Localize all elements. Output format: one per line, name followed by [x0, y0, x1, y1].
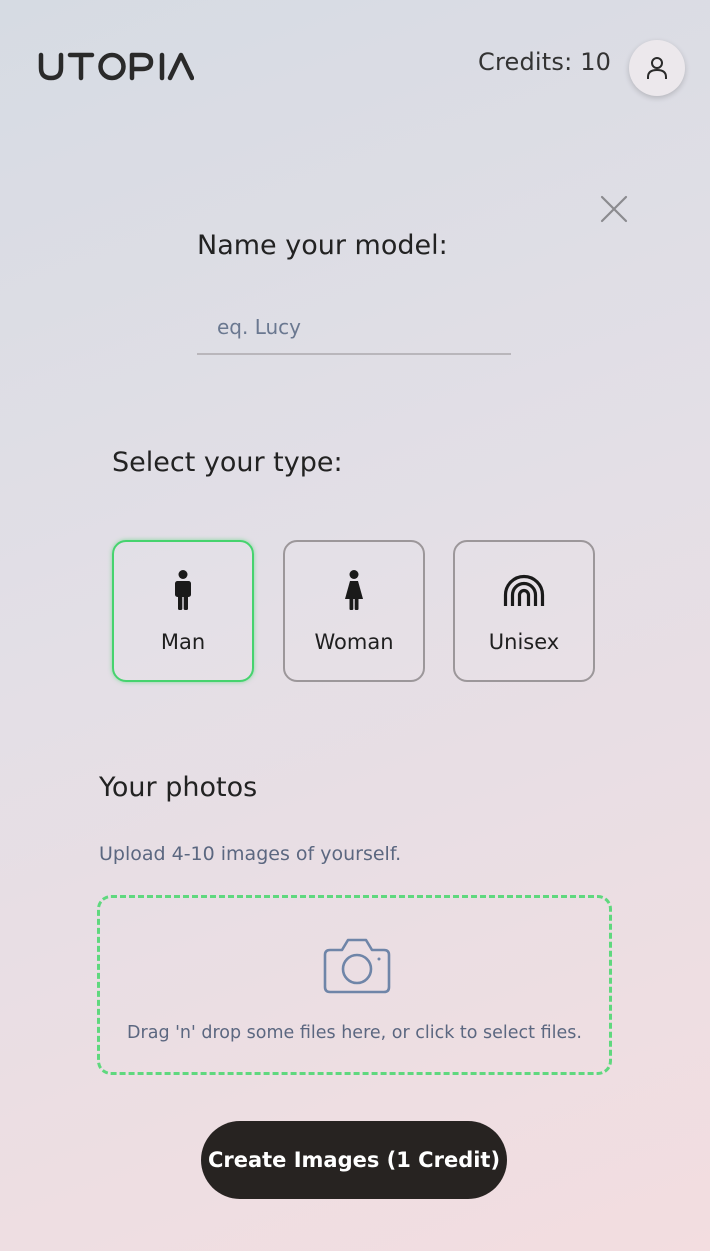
photo-dropzone[interactable]: Drag 'n' drop some files here, or click … [97, 895, 612, 1075]
type-label-unisex: Unisex [488, 630, 560, 654]
camera-icon [323, 938, 391, 994]
type-option-woman[interactable]: Woman [283, 540, 425, 682]
user-icon [647, 57, 667, 79]
select-type-label: Select your type: [112, 447, 343, 478]
dropzone-text: Drag 'n' drop some files here, or click … [127, 1023, 582, 1043]
close-button[interactable] [598, 193, 630, 225]
type-option-man[interactable]: Man [112, 540, 254, 682]
profile-button[interactable] [629, 40, 685, 96]
photos-title: Your photos [99, 772, 258, 803]
create-images-button[interactable]: Create Images (1 Credit) [201, 1121, 507, 1199]
utopia-logo [38, 50, 195, 82]
credits-counter: Credits: 10 [478, 48, 612, 76]
type-label-man: Man [160, 630, 206, 654]
model-name-input[interactable] [197, 300, 511, 355]
type-label-woman: Woman [314, 630, 394, 654]
rainbow-icon [503, 574, 545, 606]
type-option-unisex[interactable]: Unisex [453, 540, 595, 682]
name-model-label: Name your model: [197, 230, 448, 261]
woman-icon [345, 570, 363, 610]
photos-instructions: Upload 4-10 images of yourself. [99, 843, 402, 865]
man-icon [175, 570, 191, 610]
close-icon [600, 195, 628, 223]
